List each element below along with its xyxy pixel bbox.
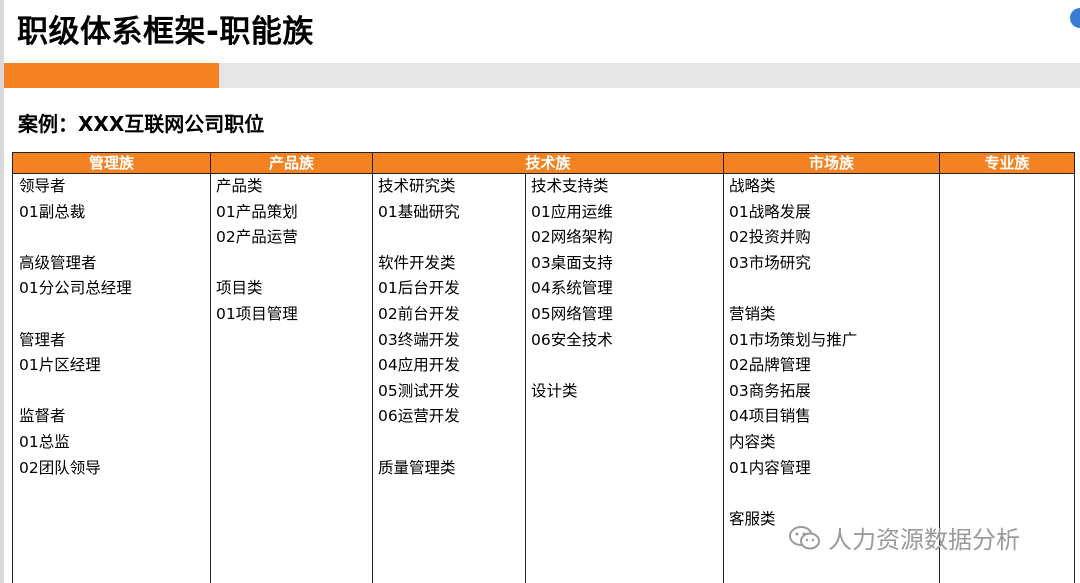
header-technology: 技术族 xyxy=(373,153,723,174)
table-cell: 06运营开发 xyxy=(378,407,460,426)
progress-fill xyxy=(4,63,220,88)
table-cell-empty xyxy=(531,353,613,379)
table-cell: 04系统管理 xyxy=(531,279,613,298)
table-cell: 设计类 xyxy=(531,381,578,400)
table-cell: 06安全技术 xyxy=(531,330,613,349)
header-management: 管理族 xyxy=(13,153,210,174)
header-product: 产品族 xyxy=(211,153,372,174)
table-cell: 01分公司总经理 xyxy=(19,279,132,298)
table-cell: 01市场策划与推广 xyxy=(729,330,858,349)
table-cell: 01副总裁 xyxy=(19,202,86,221)
table-cell-empty xyxy=(216,251,298,277)
table-cell: 02品牌管理 xyxy=(729,356,811,375)
table-cell: 01片区经理 xyxy=(19,356,101,375)
case-subtitle: 案例：XXX互联网公司职位 xyxy=(18,112,265,136)
header-professional: 专业族 xyxy=(940,153,1074,174)
column-divider xyxy=(939,153,940,583)
table-cell: 01基础研究 xyxy=(378,202,460,221)
column-divider xyxy=(372,153,373,583)
column-divider xyxy=(210,153,211,583)
table-cell-empty xyxy=(19,302,132,328)
wechat-icon xyxy=(789,525,820,549)
table-cell-empty xyxy=(19,379,132,405)
watermark: 人力资源数据分析 xyxy=(788,520,1020,555)
column-management: 领导者 01副总裁高级管理者 01分公司总经理 管理者 01片区经理 监督者 01总监 02团… xyxy=(19,174,132,481)
table-cell: 02团队领导 xyxy=(19,458,101,477)
table-cell: 01产品策划 xyxy=(216,202,298,221)
table-cell: 01项目管理 xyxy=(216,304,298,323)
table-cell: 质量管理类 xyxy=(378,458,456,477)
column-tech-support: 技术支持类 01应用运维 02网络架构 03桌面支持 04系统管理 05网络管理 06安全技… xyxy=(531,174,613,404)
column-tech-research: 技术研究类 01基础研究 软件开发类 01后台开发 02前台开发 03终端开发 04应用开发… xyxy=(378,174,460,481)
table-cell: 领导者 xyxy=(19,177,66,195)
corner-icon[interactable] xyxy=(1070,8,1080,28)
table-cell: 03桌面支持 xyxy=(531,253,613,272)
column-divider xyxy=(525,174,526,583)
column-product: 产品类 01产品策划 02产品运营 项目类 01项目管理 xyxy=(216,174,298,328)
table-cell: 技术支持类 xyxy=(531,177,609,195)
table-cell: 03市场研究 xyxy=(729,253,811,272)
table-cell: 项目类 xyxy=(216,279,263,298)
table-cell: 02投资并购 xyxy=(729,228,811,247)
table-cell-empty xyxy=(378,430,460,456)
table-cell: 01后台开发 xyxy=(378,279,460,298)
table-cell: 05测试开发 xyxy=(378,381,460,400)
column-divider xyxy=(723,153,724,583)
header-market: 市场族 xyxy=(724,153,939,174)
table-cell: 软件开发类 xyxy=(378,253,456,272)
table-cell: 监督者 xyxy=(19,407,66,426)
table-cell-empty xyxy=(378,225,460,251)
table-cell: 高级管理者 xyxy=(19,253,97,272)
table-cell: 04应用开发 xyxy=(378,356,460,375)
table-cell: 04项目销售 xyxy=(729,407,811,426)
table-cell: 营销类 xyxy=(729,304,776,323)
table-cell: 02网络架构 xyxy=(531,228,613,247)
table-cell: 管理者 xyxy=(19,330,66,349)
table-cell-empty xyxy=(729,276,857,302)
table-cell: 内容类 xyxy=(729,432,776,451)
table-cell: 产品类 xyxy=(216,177,263,195)
watermark-text: 人力资源数据分析 xyxy=(828,526,1020,554)
table-cell: 技术研究类 xyxy=(378,177,456,195)
job-family-table: 管理族 产品族 技术族 市场族 专业族 领导者 01副总裁高级管理者 01分公司总经… xyxy=(12,152,1075,583)
table-cell-empty xyxy=(729,481,857,507)
page-title: 职级体系框架-职能族 xyxy=(17,14,314,50)
table-cell: 01战略发展 xyxy=(729,202,811,221)
table-cell-empty xyxy=(19,225,132,251)
table-cell: 01内容管理 xyxy=(729,458,811,477)
table-cell: 03商务拓展 xyxy=(729,381,811,400)
table-cell: 02前台开发 xyxy=(378,304,460,323)
column-market: 战略类 01战略发展 02投资并购 03市场研究 营销类 01市场策划与推广 02品牌管理 0… xyxy=(729,174,857,532)
table-cell: 01应用运维 xyxy=(531,202,613,221)
table-cell: 02产品运营 xyxy=(216,228,298,247)
table-cell: 03终端开发 xyxy=(378,330,460,349)
table-cell: 05网络管理 xyxy=(531,304,613,323)
table-cell: 01总监 xyxy=(19,432,70,451)
table-cell: 战略类 xyxy=(729,177,776,195)
